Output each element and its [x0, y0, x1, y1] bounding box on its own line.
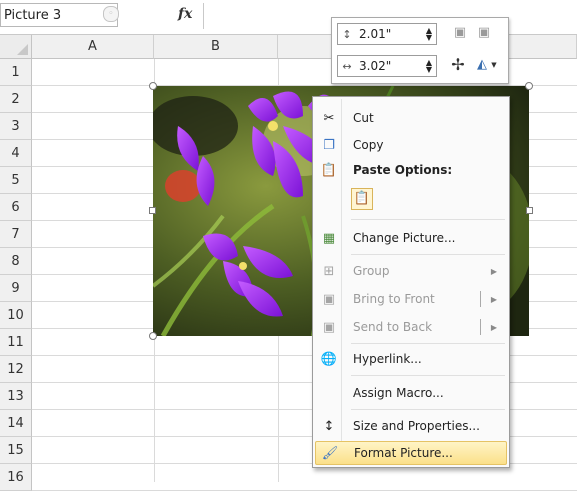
row-header[interactable]: 7	[0, 221, 32, 248]
row-header[interactable]: 3	[0, 113, 32, 140]
send-backward-icon[interactable]: ▣	[475, 24, 493, 42]
row-header[interactable]: 6	[0, 194, 32, 221]
menu-separator	[351, 375, 505, 376]
column-header-a[interactable]: A	[32, 35, 154, 59]
row-header[interactable]: 9	[0, 275, 32, 302]
menu-item-size-properties[interactable]: ↕ Size and Properties...	[315, 414, 507, 438]
shape-height-value[interactable]: 2.01"	[356, 27, 422, 41]
menu-item-copy-label: Copy	[353, 138, 384, 152]
formula-bar-expand-icon[interactable]: ◦	[103, 6, 119, 22]
submenu-arrow-icon: ▶	[490, 266, 497, 276]
menu-item-format-picture-label: Format Picture...	[354, 446, 453, 460]
format-picture-icon: 🖌	[321, 445, 339, 461]
paste-picture-button[interactable]: 📋	[351, 188, 373, 210]
menu-separator	[351, 343, 505, 344]
shape-width-value[interactable]: 3.02"	[356, 59, 422, 73]
shape-width-icon: ↔	[342, 59, 352, 73]
change-picture-icon: ▦	[322, 230, 336, 246]
bring-to-front-icon: ▣	[322, 291, 336, 307]
menu-item-send-to-back[interactable]: ▣ Send to Back ▶	[315, 315, 507, 339]
paste-options-label: Paste Options:	[353, 163, 453, 177]
name-box[interactable]: Picture 3 ▼	[0, 3, 118, 27]
menu-item-bring-to-front-label: Bring to Front	[353, 292, 435, 306]
scissors-icon: ✂	[323, 110, 335, 126]
split-divider	[480, 319, 481, 335]
row-header[interactable]: 16	[0, 464, 32, 491]
menu-item-size-properties-label: Size and Properties...	[353, 419, 480, 433]
menu-item-group-label: Group	[353, 264, 390, 278]
picture-size-mini-toolbar: ↕ 2.01" ▲ ▼ ↔ 3.02" ▲ ▼ ▣ ▣ ✢ ◭ ▼	[331, 17, 509, 84]
select-all-corner[interactable]	[0, 35, 32, 59]
row-header[interactable]: 1	[0, 59, 32, 86]
width-spinner-icon[interactable]: ▲ ▼	[422, 59, 436, 74]
menu-item-assign-macro[interactable]: Assign Macro...	[315, 381, 507, 405]
context-menu: ✂ Cut ❐ Copy 📋 Paste Options: 📋 ▦ Change…	[312, 96, 510, 468]
resize-handle-top-right[interactable]	[525, 82, 533, 90]
row-header[interactable]: 4	[0, 140, 32, 167]
menu-item-group[interactable]: ⊞ Group ▶	[315, 259, 507, 283]
size-properties-icon: ↕	[323, 418, 335, 434]
name-box-value[interactable]: Picture 3	[4, 8, 103, 23]
group-icon: ⊞	[323, 263, 335, 279]
resize-handle-top-left[interactable]	[149, 82, 157, 90]
menu-item-copy[interactable]: ❐ Copy	[315, 133, 507, 157]
send-to-back-icon: ▣	[322, 319, 336, 335]
formula-divider	[203, 3, 204, 29]
clipboard-icon: 📋	[353, 191, 371, 206]
menu-separator	[351, 219, 505, 220]
row-header[interactable]: 11	[0, 329, 32, 356]
row-header[interactable]: 13	[0, 383, 32, 410]
rotate-dropdown-icon[interactable]: ▼	[489, 56, 499, 74]
column-header-b[interactable]: B	[154, 35, 278, 59]
row-header[interactable]: 8	[0, 248, 32, 275]
crop-icon[interactable]: ✢	[449, 56, 467, 74]
bring-forward-icon[interactable]: ▣	[451, 24, 469, 42]
shape-height-icon: ↕	[342, 27, 352, 41]
resize-handle-left[interactable]	[149, 207, 156, 214]
paste-icon: 📋	[320, 162, 338, 178]
menu-item-change-picture-label: Change Picture...	[353, 231, 456, 245]
resize-handle-bottom-left[interactable]	[149, 332, 157, 340]
menu-separator	[351, 254, 505, 255]
row-header[interactable]: 2	[0, 86, 32, 113]
menu-item-change-picture[interactable]: ▦ Change Picture...	[315, 226, 507, 250]
submenu-arrow-icon[interactable]: ▶	[491, 295, 497, 304]
menu-item-send-to-back-label: Send to Back	[353, 320, 433, 334]
resize-handle-right[interactable]	[526, 207, 533, 214]
row-header[interactable]: 5	[0, 167, 32, 194]
submenu-arrow-icon[interactable]: ▶	[491, 323, 497, 332]
hyperlink-icon: 🌐	[320, 351, 338, 367]
menu-item-assign-macro-label: Assign Macro...	[353, 386, 444, 400]
height-spinner-icon[interactable]: ▲ ▼	[422, 27, 436, 42]
menu-item-format-picture[interactable]: 🖌 Format Picture...	[315, 441, 507, 465]
row-header[interactable]: 14	[0, 410, 32, 437]
menu-item-cut-label: Cut	[353, 111, 374, 125]
insert-function-button[interactable]: fx	[178, 6, 192, 22]
menu-paste-options-header: 📋 Paste Options:	[315, 158, 507, 182]
split-divider	[480, 291, 481, 307]
shape-height-field[interactable]: ↕ 2.01" ▲ ▼	[337, 23, 437, 45]
menu-item-bring-to-front[interactable]: ▣ Bring to Front ▶	[315, 287, 507, 311]
row-header[interactable]: 10	[0, 302, 32, 329]
row-header[interactable]: 12	[0, 356, 32, 383]
copy-icon: ❐	[323, 137, 335, 153]
menu-separator	[351, 409, 505, 410]
row-header[interactable]: 15	[0, 437, 32, 464]
menu-item-cut[interactable]: ✂ Cut	[315, 106, 507, 130]
shape-width-field[interactable]: ↔ 3.02" ▲ ▼	[337, 55, 437, 77]
menu-item-hyperlink-label: Hyperlink...	[353, 352, 422, 366]
menu-item-hyperlink[interactable]: 🌐 Hyperlink...	[315, 347, 507, 371]
